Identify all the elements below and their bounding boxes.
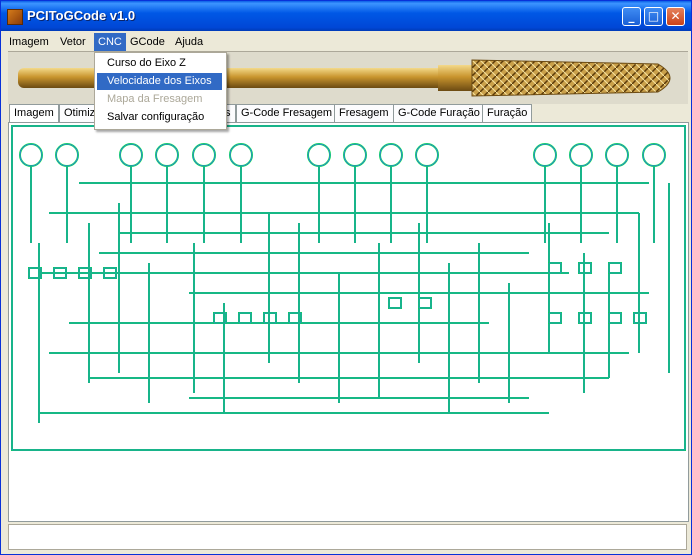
pcb-trace [229,143,253,167]
status-bar [8,524,687,550]
pcb-trace [155,143,179,167]
pcb-trace [608,312,622,324]
pcb-trace [608,312,622,324]
minimize-button[interactable]: _ [622,7,641,26]
pcb-trace [418,297,432,309]
pcb-trace [307,143,331,167]
menu-item-velocidade-eixos[interactable]: Velocidade dos Eixos [97,73,222,90]
tab-imagem[interactable]: Imagem [9,104,59,122]
pcb-trace [533,143,557,167]
tab-gcode-fresagem[interactable]: G-Code Fresagem [236,104,338,122]
menu-item-salvar-configuracao[interactable]: Salvar configuração [97,109,222,126]
tab-fresagem[interactable]: Fresagem [334,104,394,122]
pcb-trace [55,143,79,167]
pcb-toolpath-drawing [11,125,686,451]
menu-item-curso-eixo-z[interactable]: Curso do Eixo Z [97,55,222,72]
maximize-button[interactable]: □ [644,7,663,26]
menu-bar: Imagem Vetor CNC GCode Ajuda [1,33,691,51]
pcb-trace [548,262,562,274]
pcb-trace [388,297,402,309]
pcb-trace [605,143,629,167]
menu-gcode[interactable]: GCode [126,33,169,51]
pcb-trace [608,262,622,274]
tab-gcode-furacao[interactable]: G-Code Furação [393,104,485,122]
cnc-dropdown-menu: Curso do Eixo Z Velocidade dos Eixos Map… [94,52,227,130]
close-button[interactable]: ✕ [666,7,685,26]
menu-cnc[interactable]: CNC [94,33,126,51]
pcb-canvas[interactable] [8,122,689,522]
pcb-trace [238,312,252,324]
pcb-trace [569,143,593,167]
pcb-trace [238,312,252,324]
pcb-trace [642,143,666,167]
pcb-trace [608,262,622,274]
pcb-trace [548,262,562,274]
pcb-trace [388,297,402,309]
pcb-trace [548,312,562,324]
menu-vetor[interactable]: Vetor [56,33,90,51]
window-title: PCIToGCode v1.0 [27,8,136,23]
pcb-trace [418,297,432,309]
menu-item-mapa-fresagem: Mapa da Fresagem [107,93,203,105]
pcb-trace [192,143,216,167]
pcb-trace [19,143,43,167]
pcb-trace [343,143,367,167]
main-window: PCIToGCode v1.0 _ □ ✕ Imagem Vetor CNC G… [0,0,692,555]
menu-ajuda[interactable]: Ajuda [171,33,207,51]
app-icon [7,9,23,25]
pcb-trace [415,143,439,167]
title-bar[interactable]: PCIToGCode v1.0 _ □ ✕ [1,1,691,31]
menu-imagem[interactable]: Imagem [5,33,53,51]
pcb-trace [119,143,143,167]
tab-furacao[interactable]: Furação [482,104,533,122]
pcb-trace [548,312,562,324]
pcb-trace [379,143,403,167]
